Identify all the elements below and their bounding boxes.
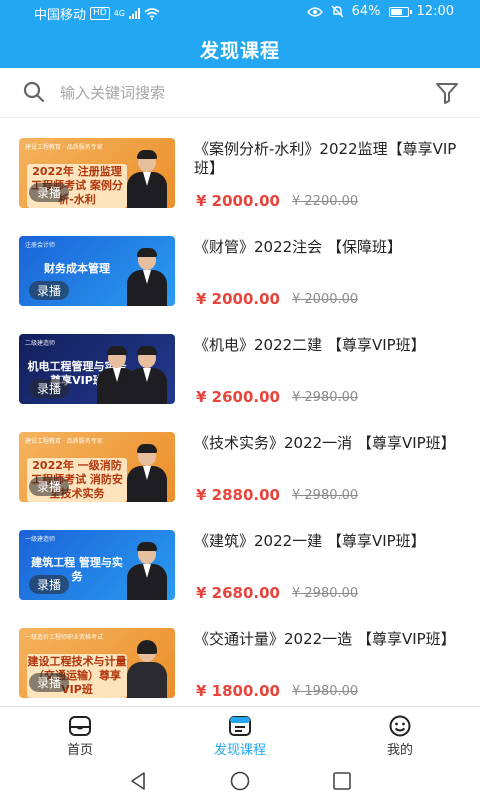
back-icon[interactable] (127, 770, 149, 792)
teacher-image (127, 640, 167, 698)
app-header: 中国移动 HD 4G 64% 12:00 发现课程 (0, 0, 480, 68)
course-item[interactable]: 注册会计师 财务成本管理 录播 《财管》2022注会 【保障班】 ¥ 2000.… (0, 216, 480, 314)
nav-mine[interactable]: 我的 (340, 707, 460, 763)
course-thumbnail[interactable]: 建设工程教育 · 品质服务专家 2022年 一级消防工程师考试 消防安全技术实务… (19, 432, 175, 502)
course-list: 建设工程教育 · 品质服务专家 2022年 注册监理工程师考试 案例分析-水利 … (0, 118, 480, 706)
filter-icon[interactable] (434, 80, 460, 106)
course-thumbnail[interactable]: 注册会计师 财务成本管理 录播 (19, 236, 175, 306)
search-bar (0, 68, 480, 118)
course-title[interactable]: 《技术实务》2022一消 【尊享VIP班】 (194, 434, 462, 453)
course-thumbnail[interactable]: 一级造价工程师职业资格考试 建设工程技术与计量（交通运输）尊享VIP班 录播 (19, 628, 175, 698)
status-time: 12:00 (416, 4, 454, 19)
thumbnail-caption: 一级建造师 (25, 536, 56, 543)
teacher-image (127, 542, 167, 600)
mute-bell-icon (331, 5, 344, 18)
course-title[interactable]: 《建筑》2022一建 【尊享VIP班】 (194, 532, 462, 551)
system-nav-bar (0, 762, 480, 800)
course-thumbnail[interactable]: 一级建造师 建筑工程 管理与实务 录播 (19, 530, 175, 600)
thumbnail-title: 财务成本管理 (44, 262, 110, 275)
thumbnail-caption: 一级造价工程师职业资格考试 (25, 634, 104, 641)
thumbnail-caption: 注册会计师 (25, 242, 56, 249)
page-title: 发现课程 (199, 40, 280, 62)
nav-discover-label: 发现课程 (213, 743, 266, 758)
nav-home-label: 首页 (66, 743, 93, 758)
home-circle-icon[interactable] (229, 770, 251, 792)
hd-badge: HD (90, 7, 110, 20)
recorded-badge: 录播 (29, 673, 70, 692)
course-price: ¥ 2600.00 (196, 388, 280, 406)
search-input[interactable] (60, 80, 390, 106)
app-root: 中国移动 HD 4G 64% 12:00 发现课程 建设工程教育 · 品质 (0, 0, 480, 800)
course-title[interactable]: 《案例分析-水利》2022监理【尊享VIP班】 (194, 140, 462, 178)
search-icon[interactable] (22, 80, 46, 104)
battery-icon (388, 6, 412, 17)
teacher-image (127, 150, 167, 208)
course-original-price: ¥ 1980.00 (292, 684, 359, 699)
course-title[interactable]: 《交通计量》2022一造 【尊享VIP班】 (194, 630, 462, 649)
course-original-price: ¥ 2200.00 (292, 194, 359, 209)
teacher-image (127, 248, 167, 306)
course-price: ¥ 2000.00 (196, 290, 280, 308)
course-item[interactable]: 建设工程教育 · 品质服务专家 2022年 一级消防工程师考试 消防安全技术实务… (0, 412, 480, 510)
thumbnail-caption: 建设工程教育 · 品质服务专家 (25, 144, 103, 151)
thumbnail-caption: 二级建造师 (25, 340, 56, 347)
recorded-badge: 录播 (29, 281, 70, 300)
eye-icon (306, 6, 323, 17)
teacher-image (127, 444, 167, 502)
battery-percent: 64% (351, 4, 381, 19)
course-original-price: ¥ 2980.00 (292, 586, 359, 601)
course-title[interactable]: 《机电》2022二建 【尊享VIP班】 (194, 336, 462, 355)
nav-mine-label: 我的 (386, 743, 413, 758)
nav-home[interactable]: 首页 (20, 707, 140, 763)
signal-icon (129, 8, 141, 19)
recorded-badge: 录播 (29, 379, 70, 398)
discover-icon (229, 716, 251, 736)
nav-discover[interactable]: 发现课程 (180, 707, 300, 763)
course-original-price: ¥ 2980.00 (292, 390, 359, 405)
course-price: ¥ 2680.00 (196, 584, 280, 602)
course-item[interactable]: 一级建造师 建筑工程 管理与实务 录播 《建筑》2022一建 【尊享VIP班】 … (0, 510, 480, 608)
smiley-icon (389, 715, 411, 737)
course-thumbnail[interactable]: 建设工程教育 · 品质服务专家 2022年 注册监理工程师考试 案例分析-水利 … (19, 138, 175, 208)
course-item[interactable]: 一级造价工程师职业资格考试 建设工程技术与计量（交通运输）尊享VIP班 录播 《… (0, 608, 480, 706)
carrier-label: 中国移动 (34, 8, 87, 23)
course-thumbnail[interactable]: 二级建造师 机电工程管理与实务 尊享VIP班 录播 (19, 334, 175, 404)
wifi-icon (144, 7, 160, 20)
home-icon (69, 716, 91, 736)
course-price: ¥ 2880.00 (196, 486, 280, 504)
course-item[interactable]: 建设工程教育 · 品质服务专家 2022年 注册监理工程师考试 案例分析-水利 … (0, 118, 480, 216)
network-type: 4G (113, 9, 126, 18)
course-item[interactable]: 二级建造师 机电工程管理与实务 尊享VIP班 录播 《机电》2022二建 【尊享… (0, 314, 480, 412)
course-original-price: ¥ 2980.00 (292, 488, 359, 503)
course-price: ¥ 1800.00 (196, 682, 280, 700)
course-original-price: ¥ 2000.00 (292, 292, 359, 307)
recorded-badge: 录播 (29, 183, 70, 202)
thumbnail-caption: 建设工程教育 · 品质服务专家 (25, 438, 103, 445)
course-title[interactable]: 《财管》2022注会 【保障班】 (194, 238, 462, 257)
bottom-nav: 首页 发现课程 我的 (0, 706, 480, 762)
recorded-badge: 录播 (29, 477, 70, 496)
course-price: ¥ 2000.00 (196, 192, 280, 210)
recorded-badge: 录播 (29, 575, 70, 594)
recent-apps-icon[interactable] (331, 770, 353, 792)
status-bar: 中国移动 HD 4G 64% 12:00 (0, 0, 480, 26)
teacher-image (127, 346, 167, 404)
